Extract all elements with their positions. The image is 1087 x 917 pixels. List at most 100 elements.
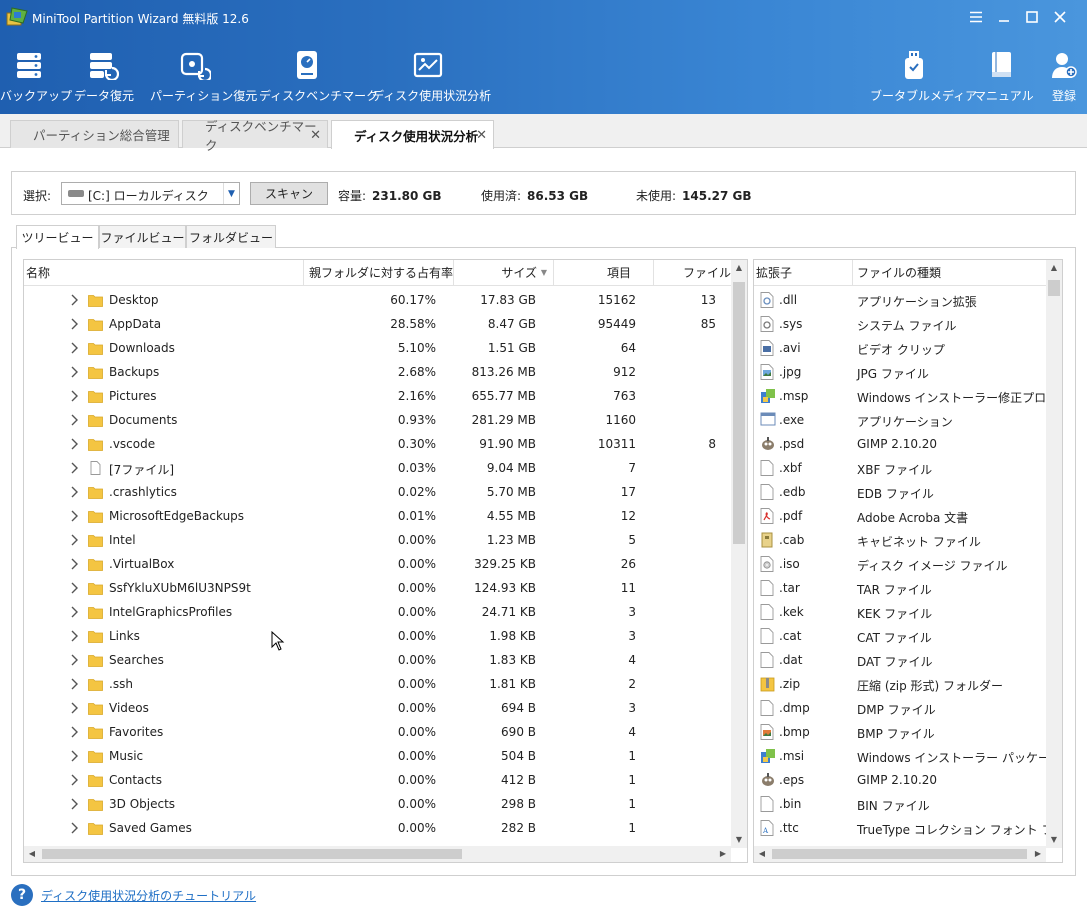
tree-row[interactable]: .vscode 0.30% 91.90 MB 10311 8 [24,432,732,456]
tree-row[interactable]: .ssh 0.00% 1.81 KB 2 [24,672,732,696]
column-file-type[interactable]: ファイルの種類 [853,260,1048,286]
extension-row[interactable]: .dmp DMP ファイル [754,696,1046,720]
tree-row[interactable]: Music 0.00% 504 B 1 [24,744,732,768]
scroll-down-icon[interactable]: ▼ [1046,832,1062,848]
extension-row[interactable]: .sys システム ファイル [754,312,1046,336]
tree-row[interactable]: Intel 0.00% 1.23 MB 5 [24,528,732,552]
extension-row[interactable]: .msi Windows インストーラー パッケージ [754,744,1046,768]
register-button[interactable]: 登録 [1044,48,1084,108]
extension-row[interactable]: .dat DAT ファイル [754,648,1046,672]
tree-row[interactable]: Pictures 2.16% 655.77 MB 763 [24,384,732,408]
backup-button[interactable]: バックアップ [0,48,72,108]
space-analyzer-button[interactable]: ディスク使用状況分析 [372,48,491,108]
chevron-right-icon[interactable] [69,821,81,835]
tree-row[interactable]: Downloads 5.10% 1.51 GB 64 [24,336,732,360]
tree-row[interactable]: MicrosoftEdgeBackups 0.01% 4.55 MB 12 [24,504,732,528]
extension-row[interactable]: .jpg JPG ファイル [754,360,1046,384]
column-size[interactable]: サイズ ▼ [454,260,554,286]
maximize-icon[interactable] [1023,6,1041,28]
tree-horizontal-scrollbar[interactable]: ◀ ▶ [24,846,731,862]
tab-file-view[interactable]: ファイルビュー [99,225,186,248]
tab-folder-view[interactable]: フォルダビュー [186,225,276,248]
close-tab-icon[interactable]: ✕ [310,128,321,143]
tree-row[interactable]: 3D Objects 0.00% 298 B 1 [24,792,732,816]
chevron-right-icon[interactable] [69,677,81,691]
scroll-up-icon[interactable]: ▲ [731,260,747,276]
tree-row[interactable]: IntelGraphicsProfiles 0.00% 24.71 KB 3 [24,600,732,624]
extension-row[interactable]: .tar TAR ファイル [754,576,1046,600]
disk-benchmark-button[interactable]: ディスクベンチマーク [259,48,378,108]
scan-button[interactable]: スキャン [250,182,328,205]
chevron-right-icon[interactable] [69,797,81,811]
tree-row[interactable]: Contacts 0.00% 412 B 1 [24,768,732,792]
chevron-right-icon[interactable] [69,365,81,379]
scroll-thumb[interactable] [42,849,462,859]
chevron-right-icon[interactable] [69,509,81,523]
scroll-right-icon[interactable]: ▶ [1030,846,1046,862]
scroll-left-icon[interactable]: ◀ [754,846,770,862]
extension-row[interactable]: .xbf XBF ファイル [754,456,1046,480]
extension-vertical-scrollbar[interactable]: ▲ ▼ [1046,260,1062,848]
extension-row[interactable]: .dll アプリケーション拡張 [754,288,1046,312]
extension-row[interactable]: .edb EDB ファイル [754,480,1046,504]
drive-dropdown[interactable]: [C:] ローカルディスク ▼ [61,182,240,205]
scroll-thumb[interactable] [1048,280,1060,296]
column-items[interactable]: 項目 [554,260,654,286]
chevron-right-icon[interactable] [69,605,81,619]
tree-row[interactable]: Favorites 0.00% 690 B 4 [24,720,732,744]
tutorial-link[interactable]: ディスク使用状況分析のチュートリアル [41,887,256,904]
tab-tree-view[interactable]: ツリービュー [16,225,99,249]
extension-row[interactable]: .msp Windows インストーラー修正プログラム [754,384,1046,408]
column-percent[interactable]: 親フォルダに対する占有率 [304,260,454,286]
chevron-right-icon[interactable] [69,389,81,403]
tree-row[interactable]: Backups 2.68% 813.26 MB 912 [24,360,732,384]
chevron-down-icon[interactable]: ▼ [223,183,239,204]
extension-row[interactable]: .psd GIMP 2.10.20 [754,432,1046,456]
column-name[interactable]: 名称 [24,260,304,286]
tree-row[interactable]: Searches 0.00% 1.83 KB 4 [24,648,732,672]
help-icon[interactable]: ? [11,884,33,906]
chevron-right-icon[interactable] [69,461,81,475]
scroll-up-icon[interactable]: ▲ [1046,260,1062,276]
extension-row[interactable]: A .ttc TrueType コレクション フォント ファイル [754,816,1046,840]
chevron-right-icon[interactable] [69,749,81,763]
chevron-right-icon[interactable] [69,533,81,547]
tree-row[interactable]: .crashlytics 0.02% 5.70 MB 17 [24,480,732,504]
tab-partition-management[interactable]: パーティション総合管理 [10,120,179,148]
minimize-icon[interactable] [995,6,1013,28]
chevron-right-icon[interactable] [69,629,81,643]
tree-row[interactable]: Videos 0.00% 694 B 3 [24,696,732,720]
extension-horizontal-scrollbar[interactable]: ◀ ▶ [754,846,1046,862]
scroll-thumb[interactable] [772,849,1027,859]
tree-row[interactable]: Saved Games 0.00% 282 B 1 [24,816,732,840]
tree-row[interactable]: AppData 28.58% 8.47 GB 95449 85 [24,312,732,336]
extension-row[interactable]: .bin BIN ファイル [754,792,1046,816]
extension-row[interactable]: .exe アプリケーション [754,408,1046,432]
scroll-right-icon[interactable]: ▶ [715,846,731,862]
manual-button[interactable]: マニュアル [974,48,1034,108]
menu-icon[interactable] [967,6,985,28]
scroll-thumb[interactable] [733,282,745,544]
chevron-right-icon[interactable] [69,557,81,571]
tree-row[interactable]: [7ファイル] 0.03% 9.04 MB 7 [24,456,732,480]
extension-row[interactable]: .avi ビデオ クリップ [754,336,1046,360]
chevron-right-icon[interactable] [69,581,81,595]
column-extension[interactable]: 拡張子 [754,260,853,286]
extension-row[interactable]: .kek KEK ファイル [754,600,1046,624]
extension-row[interactable]: .zip 圧縮 (zip 形式) フォルダー [754,672,1046,696]
extension-row[interactable]: .cab キャビネット ファイル [754,528,1046,552]
data-recovery-button[interactable]: データ復元 [74,48,134,108]
chevron-right-icon[interactable] [69,773,81,787]
tab-disk-benchmark[interactable]: ディスクベンチマーク ✕ [182,119,328,153]
tree-row[interactable]: Documents 0.93% 281.29 MB 1160 [24,408,732,432]
tree-row[interactable]: Links 0.00% 1.98 KB 3 [24,624,732,648]
extension-row[interactable]: .cat CAT ファイル [754,624,1046,648]
bootable-media-button[interactable]: ブータブルメディア [870,48,977,108]
chevron-right-icon[interactable] [69,485,81,499]
tree-row[interactable]: Desktop 60.17% 17.83 GB 15162 13 [24,288,732,312]
extension-row[interactable]: .pdf Adobe Acroba 文書 [754,504,1046,528]
tab-space-analyzer[interactable]: ディスク使用状況分析 ✕ [331,120,494,149]
chevron-right-icon[interactable] [69,413,81,427]
extension-row[interactable]: .eps GIMP 2.10.20 [754,768,1046,792]
close-tab-icon[interactable]: ✕ [476,128,487,143]
